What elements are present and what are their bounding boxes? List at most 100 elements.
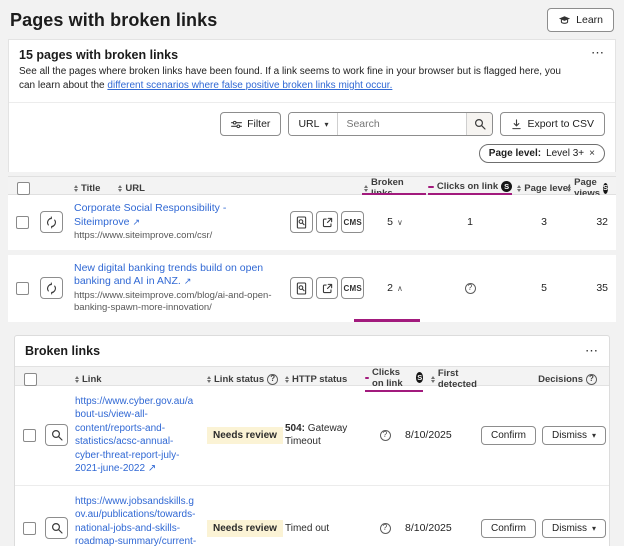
sort-icon	[285, 376, 289, 383]
sort-active-icon	[365, 377, 369, 379]
sort-icon	[364, 185, 368, 192]
search-scope-dropdown[interactable]: URL ▾	[289, 113, 338, 135]
column-header-clicks-on-link[interactable]: Clicks on link S First detected	[365, 367, 481, 392]
question-circle-icon[interactable]: ?	[586, 374, 597, 385]
page-title-link[interactable]: New digital banking trends build on open…	[74, 262, 263, 288]
external-link-arrow-icon: ↗	[184, 276, 192, 286]
page-level-value: 5	[514, 282, 574, 294]
false-positive-link[interactable]: different scenarios where false positive…	[107, 80, 392, 91]
filter-button[interactable]: Filter	[220, 112, 281, 136]
page-report-button[interactable]	[290, 277, 313, 299]
analytics-badge: S	[501, 181, 512, 192]
confirm-button[interactable]: Confirm	[481, 426, 536, 445]
sort-icon	[567, 185, 571, 192]
http-status: 504: Gateway Timeout	[285, 422, 365, 448]
refresh-icon	[45, 216, 58, 229]
page-report-button[interactable]	[290, 211, 313, 233]
magnifier-icon	[51, 522, 63, 534]
page-title-link[interactable]: Corporate Social Responsibility - Siteim…	[74, 202, 226, 228]
refresh-icon	[45, 282, 58, 295]
column-header-page-level[interactable]: Page level	[514, 183, 574, 194]
page-level-filter-pill[interactable]: Page level: Level 3+ ×	[479, 144, 605, 163]
chevron-down-icon: ▾	[324, 120, 328, 129]
sort-icon	[431, 376, 435, 383]
close-icon[interactable]: ×	[589, 148, 595, 159]
analytics-badge: S	[416, 372, 423, 383]
question-circle-icon[interactable]: ?	[380, 523, 391, 534]
page-title: Pages with broken links	[10, 10, 217, 31]
sort-active-icon	[428, 186, 434, 188]
export-csv-button[interactable]: Export to CSV	[500, 112, 605, 136]
question-circle-icon[interactable]: ?	[267, 374, 278, 385]
dismiss-button[interactable]: Dismiss▾	[542, 519, 606, 538]
page-url: https://www.siteimprove.com/csr/	[74, 230, 280, 242]
broken-link-row: https://www.cyber.gov.au/about-us/view-a…	[15, 386, 609, 486]
inspect-link-button[interactable]	[45, 424, 68, 446]
broken-link-url[interactable]: https://www.cyber.gov.au/about-us/view-a…	[75, 395, 207, 476]
summary-title: 15 pages with broken links	[19, 48, 605, 62]
broken-links-title: Broken links	[25, 344, 100, 358]
inspect-link-button[interactable]	[45, 517, 68, 539]
external-link-icon	[322, 283, 333, 294]
column-header-link[interactable]: Link	[75, 374, 207, 385]
sort-icon	[118, 185, 122, 192]
column-header-first-detected: First detected	[438, 368, 481, 390]
dismiss-button[interactable]: Dismiss▾	[542, 426, 606, 445]
broken-links-table-header: Link Link status ? HTTP status Clicks on…	[15, 366, 609, 386]
column-header-title[interactable]: Title	[74, 183, 100, 194]
first-detected-date: 8/10/2025	[405, 522, 481, 534]
confirm-button[interactable]: Confirm	[481, 519, 536, 538]
overflow-menu-button[interactable]: ⋯	[585, 344, 599, 357]
chevron-up-icon: ∧	[397, 284, 403, 293]
external-link-icon	[322, 217, 333, 228]
search-icon	[474, 118, 486, 130]
broken-links-count[interactable]: 5∨	[364, 216, 426, 228]
row-checkbox[interactable]	[16, 282, 29, 295]
http-status: Timed out	[285, 522, 365, 535]
column-header-http-status[interactable]: HTTP status	[285, 374, 365, 385]
page-views-value: 32	[574, 216, 608, 228]
cms-button[interactable]: CMS	[341, 277, 364, 299]
open-page-button[interactable]	[316, 277, 339, 299]
cms-button[interactable]: CMS	[341, 211, 364, 233]
graduation-cap-icon	[558, 15, 571, 25]
column-header-link-status[interactable]: Link status ?	[207, 374, 285, 385]
sort-icon	[517, 185, 521, 192]
magnifier-icon	[51, 429, 63, 441]
page-level-value: 3	[514, 216, 574, 228]
first-detected-date: 8/10/2025	[405, 429, 481, 441]
page-header: Pages with broken links Learn	[0, 0, 624, 39]
select-all-checkbox[interactable]	[24, 373, 37, 386]
broken-links-count[interactable]: 2∧	[364, 282, 426, 294]
row-checkbox[interactable]	[16, 216, 29, 229]
broken-link-row: https://www.jobsandskills.gov.au/publica…	[15, 486, 609, 546]
learn-button[interactable]: Learn	[547, 8, 614, 32]
recheck-page-button[interactable]	[40, 277, 63, 299]
question-circle-icon[interactable]: ?	[380, 430, 391, 441]
external-link-arrow-icon: ↗	[148, 463, 156, 474]
search-button[interactable]	[466, 113, 492, 135]
question-circle-icon[interactable]: ?	[465, 283, 476, 294]
broken-links-card: Broken links ⋯ Link Link status ? HTTP s…	[14, 335, 610, 546]
search-input[interactable]	[338, 113, 466, 135]
pages-with-broken-links-card: 15 pages with broken links See all the p…	[8, 39, 616, 172]
filter-icon	[231, 120, 242, 129]
column-header-clicks-on-link[interactable]: Clicks on link S	[426, 181, 514, 195]
column-header-url[interactable]: URL	[118, 183, 145, 194]
select-all-checkbox[interactable]	[17, 182, 30, 195]
pages-table-header: Title URL Broken links Clicks on link S …	[8, 176, 616, 195]
overflow-menu-button[interactable]: ⋯	[591, 46, 605, 59]
broken-link-url[interactable]: https://www.jobsandskills.gov.au/publica…	[75, 495, 207, 546]
row-checkbox[interactable]	[23, 522, 36, 535]
chevron-down-icon: ▾	[592, 431, 596, 440]
export-csv-label: Export to CSV	[527, 118, 594, 130]
sort-icon	[74, 185, 78, 192]
open-page-button[interactable]	[316, 211, 339, 233]
recheck-page-button[interactable]	[40, 211, 63, 233]
link-status-chip: Needs review	[207, 520, 283, 537]
filter-pill-value: Level 3+	[546, 148, 584, 159]
column-header-decisions[interactable]: Decisions ?	[481, 374, 601, 385]
clicks-on-link-value: 1	[426, 216, 514, 228]
row-checkbox[interactable]	[23, 429, 36, 442]
page-views-value: 35	[574, 282, 608, 294]
